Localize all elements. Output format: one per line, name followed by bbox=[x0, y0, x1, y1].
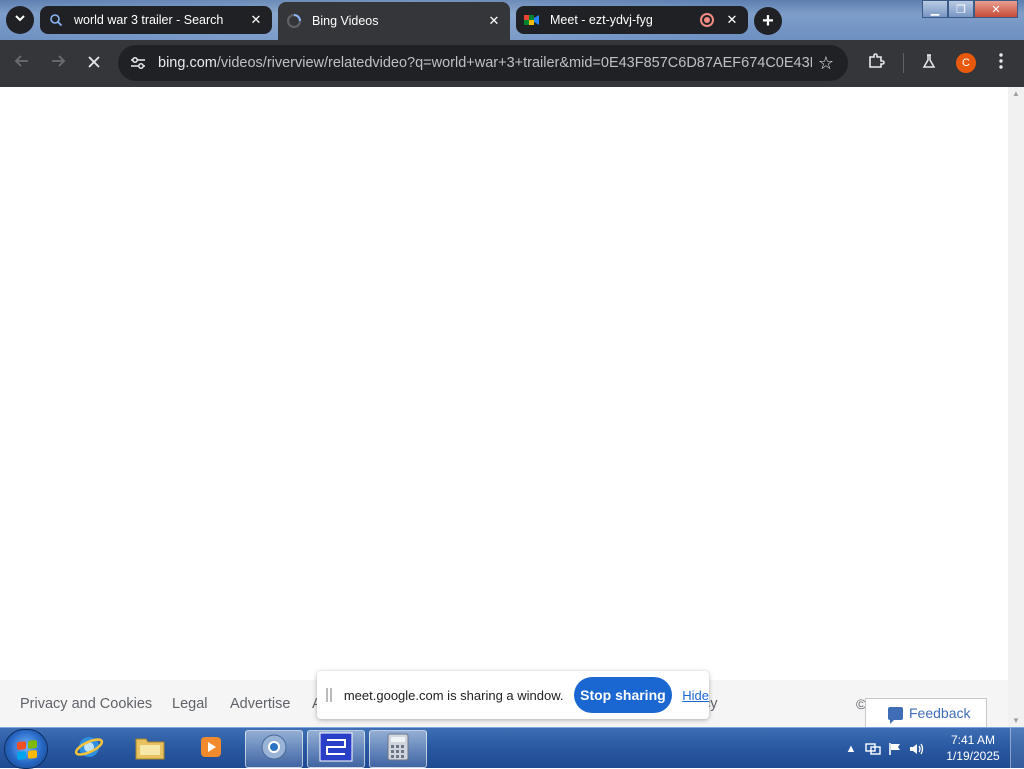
footer-link-privacy[interactable]: Privacy and Cookies bbox=[20, 696, 152, 712]
arrow-left-icon bbox=[14, 53, 30, 74]
url-host: bing.com bbox=[158, 55, 217, 71]
more-vert-icon bbox=[999, 52, 1003, 74]
close-icon bbox=[87, 53, 101, 74]
chat-bubble-icon bbox=[888, 706, 903, 724]
show-desktop-button[interactable] bbox=[1010, 728, 1024, 769]
recording-icon bbox=[700, 13, 714, 27]
bookmark-star-icon[interactable]: ☆ bbox=[812, 49, 840, 77]
clock-time: 7:41 AM bbox=[950, 733, 996, 747]
taskbar-app[interactable] bbox=[307, 730, 365, 768]
sharing-message: meet.google.com is sharing a window. bbox=[343, 687, 564, 703]
forward-button[interactable] bbox=[43, 48, 73, 78]
tab-bing-videos[interactable]: Bing Videos ✕ bbox=[278, 2, 510, 40]
network-icon[interactable] bbox=[862, 739, 884, 759]
window-controls: ▁ ❐ ✕ bbox=[922, 0, 1018, 18]
action-center-flag-icon[interactable] bbox=[884, 739, 906, 759]
feedback-button[interactable]: Feedback bbox=[865, 698, 987, 728]
taskbar-media-player[interactable] bbox=[182, 730, 240, 768]
tab-search-button[interactable] bbox=[6, 6, 34, 34]
taskbar-chrome[interactable] bbox=[245, 730, 303, 768]
search-icon bbox=[48, 12, 64, 28]
puzzle-icon bbox=[867, 52, 885, 75]
tab-meet[interactable]: Meet - ezt-ydvj-fyg ✕ bbox=[516, 6, 748, 34]
clock-date: 1/19/2025 bbox=[946, 749, 1000, 763]
feedback-label: Feedback bbox=[909, 705, 971, 721]
minimize-button[interactable]: ▁ bbox=[922, 0, 948, 18]
scroll-up-icon[interactable]: ▲ bbox=[1012, 89, 1020, 98]
site-settings-icon[interactable] bbox=[128, 53, 148, 73]
tab-strip: world war 3 trailer - Search ✕ Bing Vide… bbox=[0, 0, 1024, 40]
taskbar-clock[interactable]: 7:41 AM 1/19/2025 bbox=[944, 732, 1002, 764]
new-tab-button[interactable]: + bbox=[754, 7, 782, 35]
hide-link[interactable]: Hide bbox=[682, 688, 709, 703]
drag-handle-icon[interactable] bbox=[326, 688, 332, 702]
stop-loading-button[interactable] bbox=[79, 48, 109, 78]
taskbar-internet-explorer[interactable] bbox=[60, 730, 118, 768]
media-player-icon bbox=[197, 733, 225, 766]
internet-explorer-icon bbox=[74, 732, 104, 767]
taskbar-calculator[interactable] bbox=[369, 730, 427, 768]
close-window-button[interactable]: ✕ bbox=[974, 0, 1018, 18]
loading-spinner-icon bbox=[286, 13, 302, 29]
windows-taskbar: ▲ 7:41 AM 1/19/2025 bbox=[0, 727, 1024, 769]
start-button[interactable] bbox=[4, 729, 48, 769]
footer-link-advertise[interactable]: Advertise bbox=[230, 696, 290, 712]
back-button[interactable] bbox=[7, 48, 37, 78]
chrome-icon bbox=[259, 732, 289, 767]
volume-icon[interactable] bbox=[906, 739, 928, 759]
meet-icon bbox=[524, 12, 540, 28]
chevron-down-icon bbox=[14, 11, 26, 29]
labs-button[interactable] bbox=[914, 48, 944, 78]
system-tray: ▲ bbox=[840, 728, 928, 769]
flask-icon bbox=[921, 53, 937, 74]
close-icon[interactable]: ✕ bbox=[486, 13, 502, 29]
taskbar-file-explorer[interactable] bbox=[121, 730, 179, 768]
folder-icon bbox=[134, 733, 166, 766]
tab-title: Meet - ezt-ydvj-fyg bbox=[550, 13, 653, 27]
scroll-down-icon[interactable]: ▼ bbox=[1012, 716, 1020, 725]
vertical-scrollbar[interactable]: ▲ ▼ bbox=[1008, 87, 1024, 727]
footer-link-legal[interactable]: Legal bbox=[172, 696, 207, 712]
page-content bbox=[0, 87, 1008, 727]
url-text: bing.com/videos/riverview/relatedvideo?q… bbox=[158, 55, 812, 71]
close-icon[interactable]: ✕ bbox=[248, 12, 264, 28]
toolbar-divider bbox=[903, 53, 904, 73]
calculator-icon bbox=[387, 733, 409, 766]
close-icon[interactable]: ✕ bbox=[724, 12, 740, 28]
screen-sharing-bar: meet.google.com is sharing a window. Sto… bbox=[317, 671, 709, 719]
browser-menu-button[interactable] bbox=[986, 48, 1016, 78]
tab-title: world war 3 trailer - Search bbox=[74, 13, 224, 27]
maximize-button[interactable]: ❐ bbox=[948, 0, 974, 18]
url-path: /videos/riverview/relatedvideo?q=world+w… bbox=[216, 55, 812, 71]
profile-avatar[interactable]: C bbox=[956, 53, 976, 73]
extensions-button[interactable] bbox=[861, 48, 891, 78]
show-hidden-icons-icon[interactable]: ▲ bbox=[840, 739, 862, 759]
stop-sharing-button[interactable]: Stop sharing bbox=[573, 677, 673, 713]
address-bar[interactable]: bing.com/videos/riverview/relatedvideo?q… bbox=[118, 45, 848, 81]
browser-toolbar: bing.com/videos/riverview/relatedvideo?q… bbox=[0, 40, 1024, 87]
app-icon bbox=[319, 732, 353, 767]
arrow-right-icon bbox=[50, 53, 66, 74]
tab-title: Bing Videos bbox=[312, 14, 379, 28]
tab-search[interactable]: world war 3 trailer - Search ✕ bbox=[40, 6, 272, 34]
windows-logo-icon bbox=[17, 739, 37, 761]
